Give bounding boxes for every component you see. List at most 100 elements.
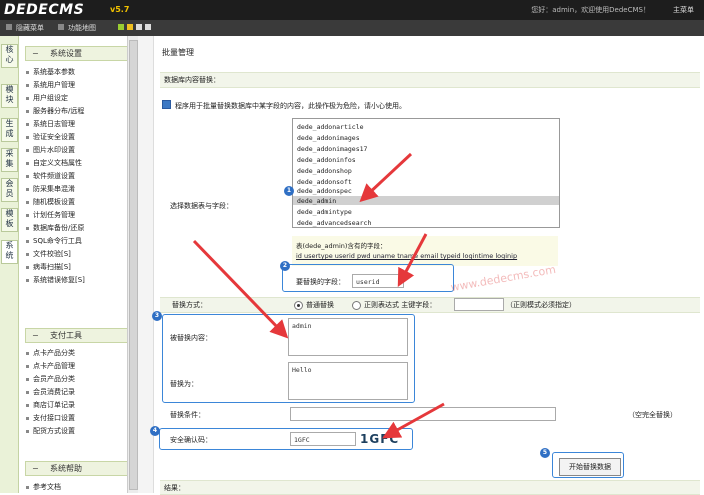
sidebar-item[interactable]: 参考文档 xyxy=(26,483,61,492)
badge-1: 1 xyxy=(284,186,294,196)
annotation-box-4 xyxy=(159,428,413,450)
annotation-box-5 xyxy=(552,452,624,478)
section-header-payment-tools[interactable]: − 支付工具 xyxy=(25,328,141,343)
sidebar-item[interactable]: 计划任务管理 xyxy=(26,211,75,220)
badge-5: 5 xyxy=(540,448,550,458)
layout-icon-3[interactable] xyxy=(136,24,142,30)
vtab-module[interactable]: 模块 xyxy=(1,84,18,108)
section-title: 系统设置 xyxy=(50,49,82,58)
notice: 程序用于批量替换数据库中某字段的内容，此操作极为危险，请小心使用。 xyxy=(162,100,406,111)
fields-panel: 表(dede_admin)含有的字段： id usertype userid p… xyxy=(292,236,558,266)
sidebar-item[interactable]: 随机模板设置 xyxy=(26,198,75,207)
sidebar-item[interactable]: 系统基本参数 xyxy=(26,68,75,77)
section-title: 数据库内容替换： xyxy=(164,76,220,84)
sidebar-item[interactable]: 防采集串混淆 xyxy=(26,185,75,194)
sidebar-item[interactable]: 配货方式设置 xyxy=(26,427,75,436)
sidebar-item[interactable]: 支付接口设置 xyxy=(26,414,75,423)
sidebar-item[interactable]: 病毒扫描[S] xyxy=(26,263,71,272)
sidebar-item[interactable]: 软件频道设置 xyxy=(26,172,75,181)
watermark: www.dedecms.com xyxy=(449,262,557,295)
sidebar-item[interactable]: 商店订单记录 xyxy=(26,401,75,410)
page-title: 批量管理 xyxy=(162,48,194,57)
table-option[interactable]: dede_addonimages17 xyxy=(297,145,367,153)
hide-menu-icon xyxy=(6,24,12,30)
fields-list[interactable]: id usertype userid pwd uname tname email… xyxy=(296,252,517,260)
collapse-icon[interactable]: − xyxy=(32,462,39,475)
primary-key-input[interactable] xyxy=(454,298,504,311)
sidebar-item[interactable]: 验证安全设置 xyxy=(26,133,75,142)
sidebar-item[interactable]: 系统用户管理 xyxy=(26,81,75,90)
top-bar: DEDECMS v5.7 您好：admin，欢迎使用DedeCMS！ 主菜单 xyxy=(0,0,704,20)
section-title: 支付工具 xyxy=(50,331,82,340)
section-header: 数据库内容替换： xyxy=(160,72,700,88)
section-title: 系统帮助 xyxy=(50,464,82,473)
vtab-member[interactable]: 会员 xyxy=(1,178,18,202)
regex-note: （正则模式必须指定） xyxy=(506,301,576,309)
main-menu-link[interactable]: 主菜单 xyxy=(673,5,694,15)
sidebar-item[interactable]: 点卡产品分类 xyxy=(26,349,75,358)
table-option[interactable]: dede_addonshop xyxy=(297,167,352,175)
version-label: v5.7 xyxy=(110,5,130,14)
vtab-core[interactable]: 核心 xyxy=(1,44,18,68)
layout-icon-2[interactable] xyxy=(127,24,133,30)
sidebar-item[interactable]: 用户组设定 xyxy=(26,94,68,103)
collapse-icon[interactable]: − xyxy=(32,47,39,60)
table-option[interactable]: dede_addonsoft xyxy=(297,178,352,186)
radio-normal[interactable] xyxy=(294,301,303,310)
hide-menu-link[interactable]: 隐藏菜单 xyxy=(16,23,44,33)
badge-2: 2 xyxy=(280,261,290,271)
annotation-box-3 xyxy=(162,314,415,403)
sidebar-item[interactable]: SQL命令行工具 xyxy=(26,237,82,246)
sidebar-item[interactable]: 会员产品分类 xyxy=(26,375,75,384)
sidebar-item[interactable]: 系统日志管理 xyxy=(26,120,75,129)
sidebar-item[interactable]: 点卡产品管理 xyxy=(26,362,75,371)
scrollbar-thumb[interactable] xyxy=(129,40,138,490)
method-normal-label: 普通替换 xyxy=(306,301,334,309)
info-icon xyxy=(162,100,171,109)
sidebar-item[interactable]: 系统错误修复[S] xyxy=(26,276,85,285)
condition-label: 替换条件： xyxy=(170,411,205,419)
layout-icon-4[interactable] xyxy=(145,24,151,30)
table-option[interactable]: dede_addonimages xyxy=(297,134,360,142)
main-panel: 批量管理 数据库内容替换： 程序用于批量替换数据库中某字段的内容，此操作极为危险… xyxy=(150,36,704,495)
method-label: 替换方式： xyxy=(172,301,207,309)
sidebar-item[interactable]: 服务器分布/远程 xyxy=(25,107,84,116)
collapse-icon[interactable]: − xyxy=(32,329,39,342)
method-regex-label: 正则表达式 主键字段： xyxy=(364,301,437,309)
condition-input[interactable] xyxy=(290,407,556,421)
fields-caption: 表(dede_admin)含有的字段： xyxy=(296,242,387,250)
sidebar-item[interactable]: 会员消费记录 xyxy=(26,388,75,397)
sidebar-item[interactable]: 图片水印设置 xyxy=(26,146,75,155)
sidebar-scrollbar[interactable] xyxy=(127,36,138,493)
feature-map-icon xyxy=(58,24,64,30)
vertical-tabs: 核心 模块 生成 采集 会员 模板 系统 xyxy=(0,36,19,493)
logo: DEDECMS xyxy=(4,2,85,18)
section-header-system-help[interactable]: − 系统帮助 xyxy=(25,461,141,476)
vtab-system[interactable]: 系统 xyxy=(1,240,18,264)
sidebar-item[interactable]: 自定义文档属性 xyxy=(26,159,82,168)
table-listbox[interactable]: dede_addonarticle dede_addonimages dede_… xyxy=(292,118,560,228)
annotation-box-2 xyxy=(282,264,454,292)
sidebar-item[interactable]: 数据库备份/还原 xyxy=(25,224,84,233)
divider-gutter xyxy=(138,36,154,493)
table-option[interactable]: dede_addonarticle xyxy=(297,123,364,131)
radio-regex[interactable] xyxy=(352,301,361,310)
layout-icon-1[interactable] xyxy=(118,24,124,30)
sidebar-item[interactable]: 文件校验[S] xyxy=(26,250,71,259)
vtab-collect[interactable]: 采集 xyxy=(1,148,18,172)
condition-note: （空完全替换） xyxy=(628,411,677,419)
feature-map-link[interactable]: 功能地图 xyxy=(68,23,96,33)
table-option[interactable]: dede_admintype xyxy=(297,208,352,216)
table-label: 选择数据表与字段： xyxy=(170,202,233,210)
table-option[interactable]: dede_addoninfos xyxy=(297,156,356,164)
badge-4: 4 xyxy=(150,426,160,436)
table-option-selected[interactable]: dede_admin xyxy=(297,197,336,205)
vtab-template[interactable]: 模板 xyxy=(1,208,18,232)
section-header-system-settings[interactable]: − 系统设置 xyxy=(25,46,141,61)
sidebar: − 系统设置 系统基本参数 系统用户管理 用户组设定 服务器分布/远程 系统日志… xyxy=(19,36,141,493)
table-option[interactable]: dede_advancedsearch xyxy=(297,219,371,227)
user-info: 您好：admin，欢迎使用DedeCMS！ xyxy=(531,6,650,14)
sub-bar: 隐藏菜单 功能地图 xyxy=(0,20,704,37)
table-option[interactable]: dede_addonspec xyxy=(297,187,352,195)
vtab-generate[interactable]: 生成 xyxy=(1,118,18,142)
